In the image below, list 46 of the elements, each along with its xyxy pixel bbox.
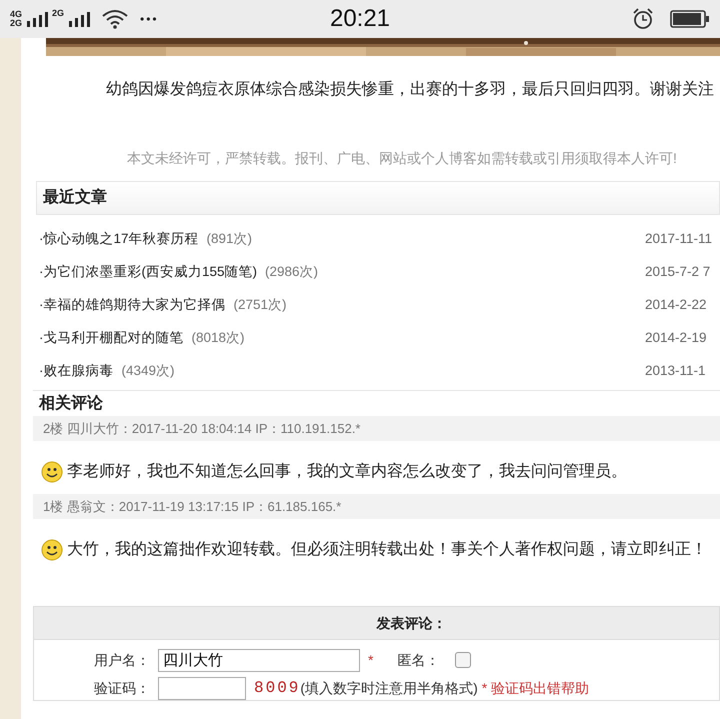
field-label: 验证码： xyxy=(94,678,150,698)
section-title: 相关评论 xyxy=(39,393,103,414)
network-label: 2G xyxy=(52,9,64,18)
copyright-notice: 本文未经许可，严禁转载。报刊、广电、网站或个人博客如需转载或引用须取得本人许可! xyxy=(127,149,678,168)
form-title: 发表评论： xyxy=(376,614,446,632)
article-link[interactable]: ·惊心动魄之17年秋赛历程 xyxy=(39,231,199,246)
signal-icon xyxy=(68,11,90,27)
anonymous-checkbox[interactable] xyxy=(455,652,472,668)
article-link[interactable]: ·败在腺病毒 xyxy=(39,363,114,378)
signal-icon xyxy=(26,11,48,27)
field-label: 匿名： xyxy=(397,650,440,670)
article-date: 2014-2-22 xyxy=(645,296,708,314)
captcha-code: 8009 xyxy=(254,678,300,699)
captcha-help-link[interactable]: * 验证码出错帮助 xyxy=(482,678,590,698)
article-link[interactable]: ·戈马利开棚配对的随笔 xyxy=(39,330,184,346)
view-count: (4349次) xyxy=(122,363,175,378)
article-link[interactable]: ·幸福的雄鸽期待大家为它择偶 xyxy=(39,297,226,312)
clock-time: 20:21 xyxy=(330,5,390,32)
battery-icon xyxy=(670,10,710,28)
article-date: 2015-7-2 7 xyxy=(645,263,712,282)
username-field[interactable]: 四川大竹 xyxy=(158,648,360,672)
comment-text: 大竹，我的这篇拙作欢迎转载。但必须注明转载出处！事关个人著作权问题，请立即纠正！ xyxy=(67,540,707,560)
captcha-hint: (填入数字时注意用半角格式) xyxy=(300,678,478,698)
comment-meta: 2楼 四川大竹：2017-11-20 18:04:14 IP：110.191.152.* xyxy=(33,416,720,441)
more-indicator: ••• xyxy=(140,11,159,28)
required-mark: * xyxy=(368,650,374,670)
wifi-icon xyxy=(102,9,128,29)
smiley-icon xyxy=(41,460,63,482)
captcha-field[interactable] xyxy=(158,676,246,700)
view-count: (2751次) xyxy=(234,297,287,312)
network-label: 4G xyxy=(10,10,22,19)
view-count: (8018次) xyxy=(192,330,245,346)
article-date: 2013-11-1 xyxy=(645,362,707,380)
article-link[interactable]: ·为它们浓墨重彩(西安威力155随笔) xyxy=(39,264,258,280)
view-count: (2986次) xyxy=(265,264,318,280)
article-date: 2017-11-11 xyxy=(645,230,714,248)
alarm-icon xyxy=(632,8,654,30)
comment-text: 李老师好，我也不知道怎么回事，我的文章内容怎么改变了，我去问问管理员。 xyxy=(67,462,627,482)
field-label: 用户名： xyxy=(94,650,150,670)
smiley-icon xyxy=(41,538,63,560)
section-title: 最近文章 xyxy=(43,187,107,208)
view-count: (891次) xyxy=(206,231,252,246)
network-label: 2G xyxy=(10,19,22,28)
comment-meta: 1楼 愚翁文：2017-11-19 13:17:15 IP：61.185.165.* xyxy=(33,494,720,519)
article-paragraph: 幼鸽因爆发鸽痘衣原体综合感染损失惨重，出赛的十多羽，最后只回归四羽。谢谢关注 xyxy=(106,80,715,100)
article-date: 2014-2-19 xyxy=(645,329,708,348)
